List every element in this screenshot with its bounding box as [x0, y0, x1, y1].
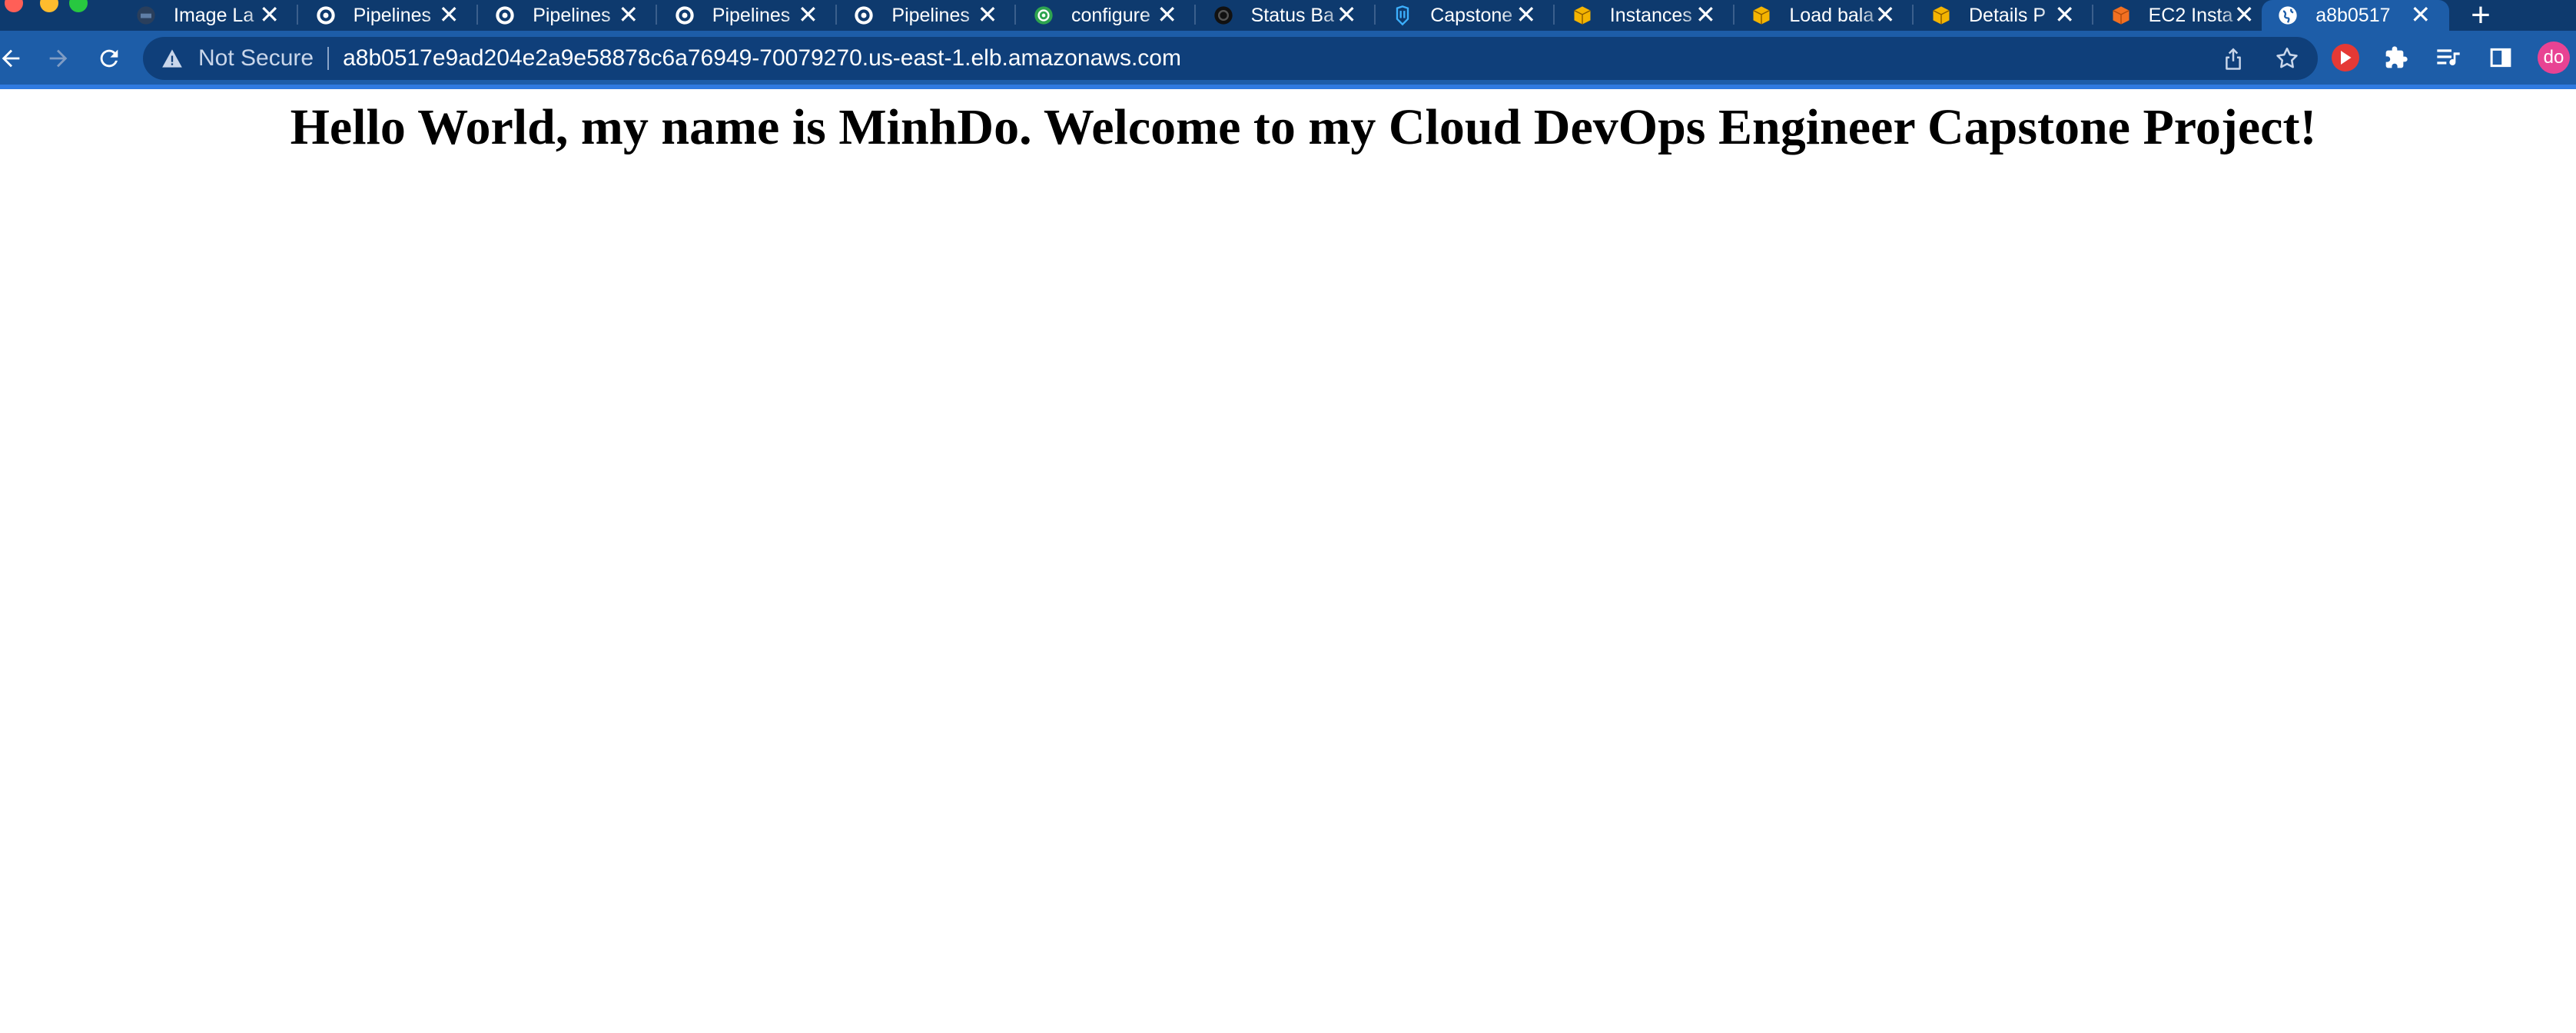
tab-close-icon[interactable]: ✕ — [618, 2, 639, 28]
browser-tab[interactable]: EC2 Insta ✕ — [2095, 0, 2273, 31]
browser-tab[interactable]: Pipelines ✕ — [479, 0, 658, 31]
bookmark-star-icon[interactable] — [2272, 43, 2302, 74]
security-status[interactable]: Not Secure — [198, 45, 314, 71]
new-tab-button[interactable]: + — [2462, 0, 2499, 34]
browser-tab[interactable]: Pipelines ✕ — [659, 0, 837, 31]
reload-icon — [100, 49, 118, 68]
tab-separator — [1373, 5, 1376, 25]
tab-close-icon[interactable]: ✕ — [798, 2, 818, 28]
forward-button[interactable] — [41, 42, 75, 75]
tab-close-icon[interactable]: ✕ — [1695, 2, 1716, 28]
circleci-icon — [494, 5, 516, 26]
tab-close-icon[interactable]: ✕ — [1875, 2, 1896, 28]
ec2-icon — [2110, 5, 2132, 26]
circleci-icon — [853, 5, 875, 26]
github-icon — [1213, 5, 1234, 26]
extensions-area: do — [2332, 42, 2570, 74]
browser-toolbar: Not Secure a8b0517e9ad204e2a9e58878c6a76… — [0, 31, 2576, 89]
browser-tab[interactable]: Details P ✕ — [1915, 0, 2093, 31]
browser-tab[interactable]: a8b0517 ✕ — [2262, 0, 2450, 31]
aws-cube-icon — [1930, 5, 1952, 26]
tab-separator — [297, 5, 298, 25]
reload-button[interactable] — [92, 42, 126, 75]
tab-separator — [1014, 5, 1017, 25]
youtube-extension-icon[interactable] — [2332, 44, 2359, 71]
browser-tab[interactable]: Status Ba ✕ — [1197, 0, 1376, 31]
tab-separator — [835, 5, 837, 25]
tab-close-icon[interactable]: ✕ — [2410, 2, 2431, 28]
aws-cube-icon — [1751, 5, 1772, 26]
tab-separator — [1553, 5, 1555, 25]
puzzle-extensions-icon[interactable] — [2381, 42, 2412, 73]
circleci-green-icon — [1033, 5, 1054, 26]
browser-tab[interactable]: configure ✕ — [1017, 0, 1196, 31]
tab-strip: Image La ✕ Pipelines ✕ Pipelines ✕ Pipelines ✕ P… — [0, 0, 2576, 34]
browser-tab[interactable]: Instances ✕ — [1556, 0, 1734, 31]
tab-close-icon[interactable]: ✕ — [2054, 2, 2075, 28]
tab-close-icon[interactable]: ✕ — [439, 2, 460, 28]
warning-icon[interactable] — [161, 47, 184, 70]
globe-icon — [2277, 5, 2299, 26]
browser-tab[interactable]: Capstone ✕ — [1376, 0, 1555, 31]
share-icon[interactable] — [2218, 43, 2249, 74]
browser-tab[interactable]: Pipelines ✕ — [300, 0, 478, 31]
tab-close-icon[interactable]: ✕ — [2234, 2, 2255, 28]
address-bar[interactable]: Not Secure a8b0517e9ad204e2a9e58878c6a76… — [143, 37, 2318, 80]
tab-separator — [1194, 5, 1196, 25]
maximize-window-button[interactable] — [69, 0, 88, 12]
tab-close-icon[interactable]: ✕ — [259, 2, 280, 28]
profile-avatar[interactable]: do — [2538, 42, 2570, 74]
reading-list-icon[interactable] — [2433, 42, 2464, 73]
tab-close-icon[interactable]: ✕ — [1336, 2, 1357, 28]
aws-cube-icon — [1572, 5, 1593, 26]
browser-tab[interactable]: Pipelines ✕ — [838, 0, 1017, 31]
browser-tab[interactable]: Load bala ✕ — [1735, 0, 1914, 31]
browser-tab[interactable]: Image La ✕ — [120, 0, 298, 31]
side-panel-icon[interactable] — [2485, 42, 2516, 73]
tab-separator — [656, 5, 658, 25]
udacity-icon — [1392, 5, 1413, 26]
plus-icon: + — [2471, 0, 2491, 34]
back-button[interactable] — [0, 42, 28, 75]
tab-separator — [476, 5, 478, 25]
tab-close-icon[interactable]: ✕ — [1157, 2, 1177, 28]
forward-arrow-icon — [49, 49, 68, 68]
minimize-window-button[interactable] — [40, 0, 58, 12]
url-text[interactable]: a8b0517e9ad204e2a9e58878c6a76949-7007927… — [343, 45, 1181, 71]
tab-separator — [2092, 5, 2093, 25]
tab-separator — [1912, 5, 1914, 25]
close-window-button[interactable] — [5, 0, 23, 12]
omnibox-divider — [327, 47, 330, 70]
back-arrow-icon — [2, 49, 20, 68]
circleci-icon — [315, 5, 337, 26]
tab-separator — [1732, 5, 1734, 25]
tab-title: a8b0517 — [2315, 4, 2391, 26]
circleci-icon — [674, 5, 695, 26]
docker-icon — [135, 5, 157, 26]
page-heading: Hello World, my name is MinhDo. Welcome … — [290, 99, 2317, 155]
tab-close-icon[interactable]: ✕ — [978, 2, 998, 28]
tab-close-icon[interactable]: ✕ — [1515, 2, 1536, 28]
